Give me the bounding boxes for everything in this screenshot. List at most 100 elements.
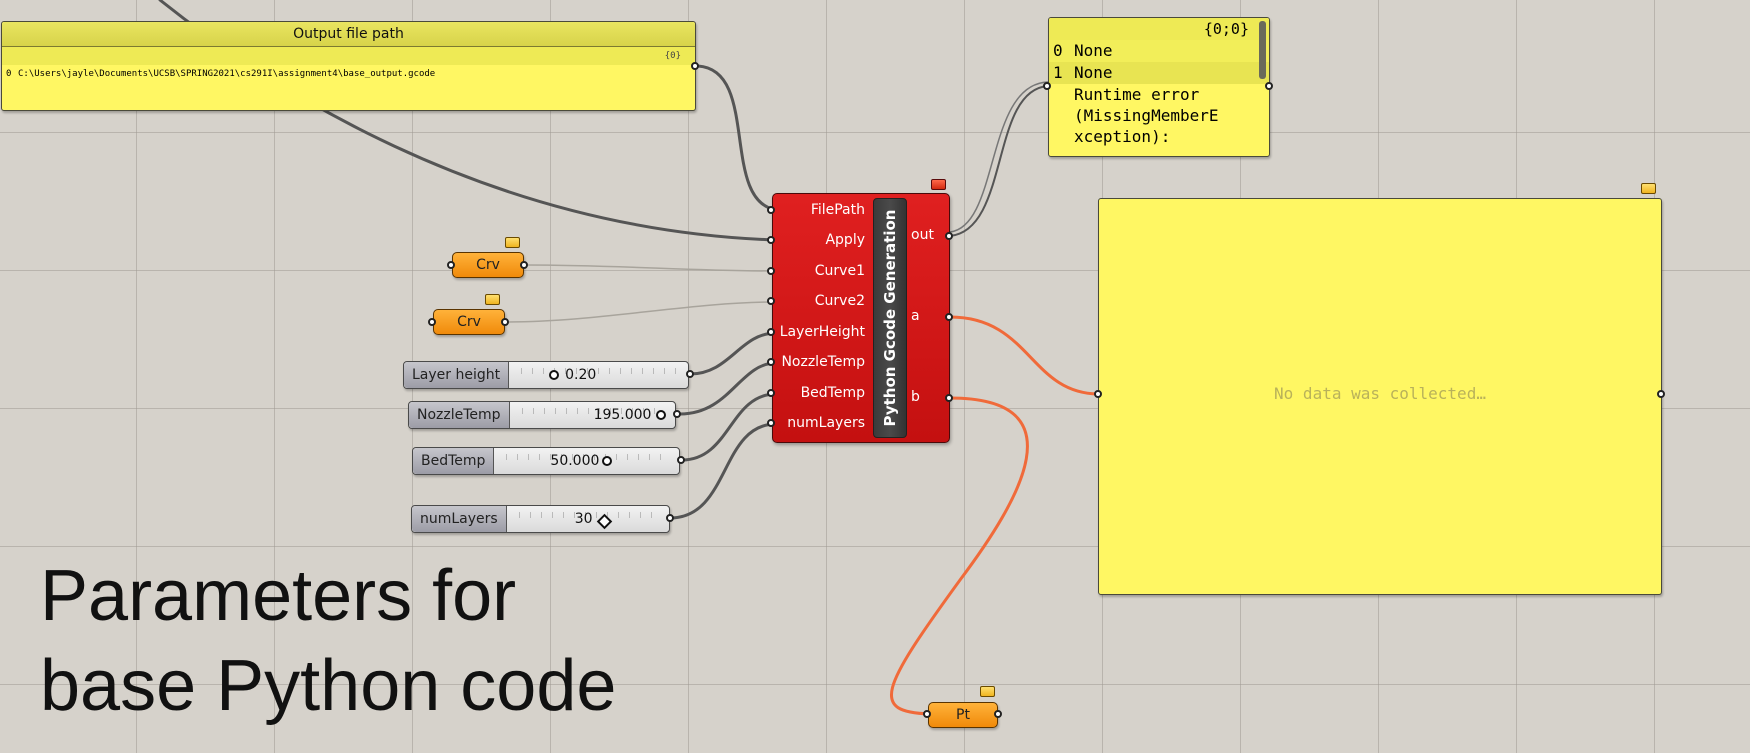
output-b: b <box>911 389 920 405</box>
slider-knob[interactable] <box>655 410 666 420</box>
slider-knob[interactable] <box>602 456 613 466</box>
wire-filepath <box>696 64 778 212</box>
row-value: None <box>1074 41 1113 60</box>
panel-scrollbar[interactable] <box>1259 21 1266 79</box>
wire-nozzletemp <box>678 361 778 416</box>
component-name: Python Gcode Generation <box>881 209 899 427</box>
slider-label: NozzleTemp <box>409 402 510 428</box>
row-value: None <box>1074 63 1113 82</box>
panel-path-tag: {0;0} <box>1049 18 1269 40</box>
param-flag-icon <box>980 686 995 697</box>
input-layerheight: LayerHeight <box>779 324 865 340</box>
error-line: (MissingMemberE <box>1074 106 1219 125</box>
empty-data-panel[interactable]: No data was collected… <box>1098 198 1662 595</box>
input-numlayers: numLayers <box>787 415 865 431</box>
crv1-out-grip[interactable] <box>520 261 528 269</box>
slider-grip[interactable] <box>677 456 685 464</box>
row-index: 1 <box>1053 63 1063 82</box>
pt-in-grip[interactable] <box>923 710 931 718</box>
input-bedtemp: BedTemp <box>800 385 865 401</box>
caption-line-1: Parameters for <box>40 556 517 636</box>
input-nozzletemp: NozzleTemp <box>781 354 865 370</box>
slider-track[interactable]: 50.000 <box>494 448 679 474</box>
result-panel[interactable]: {0;0} 0 None 1 None Runtime error (Missi… <box>1048 17 1270 157</box>
slider-label: Layer height <box>404 362 510 388</box>
slider-knob[interactable] <box>549 370 560 380</box>
caption-line-2: base Python code <box>40 646 617 726</box>
slider-value: 30 <box>574 511 593 527</box>
slider-value: 195.000 <box>593 407 652 423</box>
grip-out[interactable] <box>945 232 953 240</box>
num-layers-slider[interactable]: numLayers 30 <box>411 505 670 533</box>
slider-track[interactable]: 195.000 <box>509 402 675 428</box>
param-flag-icon <box>505 237 520 248</box>
result-output-grip[interactable] <box>1265 82 1273 90</box>
input-apply: Apply <box>825 232 865 248</box>
grip-a[interactable] <box>945 313 953 321</box>
result-input-grip[interactable] <box>1043 82 1051 90</box>
curve-param-1[interactable]: Crv <box>452 252 524 278</box>
input-curve2: Curve2 <box>814 293 865 309</box>
grip-apply[interactable] <box>767 236 775 244</box>
slider-label: BedTemp <box>413 448 495 474</box>
pt-out-grip[interactable] <box>994 710 1002 718</box>
input-curve1: Curve1 <box>814 263 865 279</box>
error-line: xception): <box>1074 127 1171 146</box>
component-flag-icon <box>931 179 946 190</box>
slider-ticks <box>521 368 676 374</box>
slider-grip[interactable] <box>686 370 694 378</box>
output-out: out <box>911 227 934 243</box>
curve-param-2[interactable]: Crv <box>433 309 505 335</box>
wire-layerheight <box>688 331 778 376</box>
wire-out-2 <box>949 81 1049 233</box>
output-a: a <box>911 308 920 324</box>
slider-grip[interactable] <box>673 410 681 418</box>
component-nameplate: Python Gcode Generation <box>873 198 907 438</box>
grip-numlayers[interactable] <box>767 419 775 427</box>
panel-row: 0 None <box>1049 40 1269 62</box>
grip-nozzletemp[interactable] <box>767 358 775 366</box>
grip-layerheight[interactable] <box>767 328 775 336</box>
empty-message: No data was collected… <box>1274 384 1486 403</box>
crv1-in-grip[interactable] <box>447 261 455 269</box>
nozzle-temp-slider[interactable]: NozzleTemp 195.000 <box>408 401 676 429</box>
panel-row: 1 None <box>1049 62 1269 84</box>
error-line: Runtime error <box>1074 85 1200 104</box>
slider-track[interactable]: 30 <box>506 506 669 532</box>
crv2-out-grip[interactable] <box>501 318 509 326</box>
grip-curve1[interactable] <box>767 267 775 275</box>
empty-output-grip[interactable] <box>1657 390 1665 398</box>
slider-label: numLayers <box>412 506 507 532</box>
panel-row: 0 C:\Users\jayle\Documents\UCSB\SPRING20… <box>2 65 695 83</box>
wire-out <box>949 85 1049 237</box>
point-param[interactable]: Pt <box>928 702 998 728</box>
row-index: 0 <box>1053 41 1063 60</box>
wire-curve2 <box>505 301 777 323</box>
python-gcode-component[interactable]: FilePath Apply Curve1 Curve2 LayerHeight… <box>772 193 950 443</box>
output-file-path-panel[interactable]: Output file path {0} 0 C:\Users\jayle\Do… <box>1 21 696 111</box>
grip-curve2[interactable] <box>767 297 775 305</box>
grip-bedtemp[interactable] <box>767 389 775 397</box>
input-filepath: FilePath <box>810 202 865 218</box>
panel-flag-icon <box>1641 183 1656 194</box>
error-text: Runtime error (MissingMemberE xception): <box>1049 84 1269 147</box>
panel-title: Output file path <box>2 22 695 47</box>
wire-curve1 <box>524 264 777 272</box>
slider-track[interactable]: 0.20 <box>509 362 688 388</box>
grip-b[interactable] <box>945 394 953 402</box>
layer-height-slider[interactable]: Layer height 0.20 <box>403 361 689 389</box>
slider-grip[interactable] <box>666 514 674 522</box>
grip-filepath[interactable] <box>767 206 775 214</box>
bed-temp-slider[interactable]: BedTemp 50.000 <box>412 447 680 475</box>
output-grip[interactable] <box>691 62 699 70</box>
crv2-in-grip[interactable] <box>428 318 436 326</box>
param-flag-icon <box>485 294 500 305</box>
row-index: 0 <box>6 69 12 79</box>
panel-path-tag: {0} <box>2 47 695 65</box>
slider-value: 0.20 <box>565 367 597 383</box>
wire-a <box>948 315 1100 396</box>
slider-value: 50.000 <box>550 453 600 469</box>
row-value: C:\Users\jayle\Documents\UCSB\SPRING2021… <box>18 69 436 79</box>
wire-b <box>890 396 1029 716</box>
empty-input-grip[interactable] <box>1094 390 1102 398</box>
